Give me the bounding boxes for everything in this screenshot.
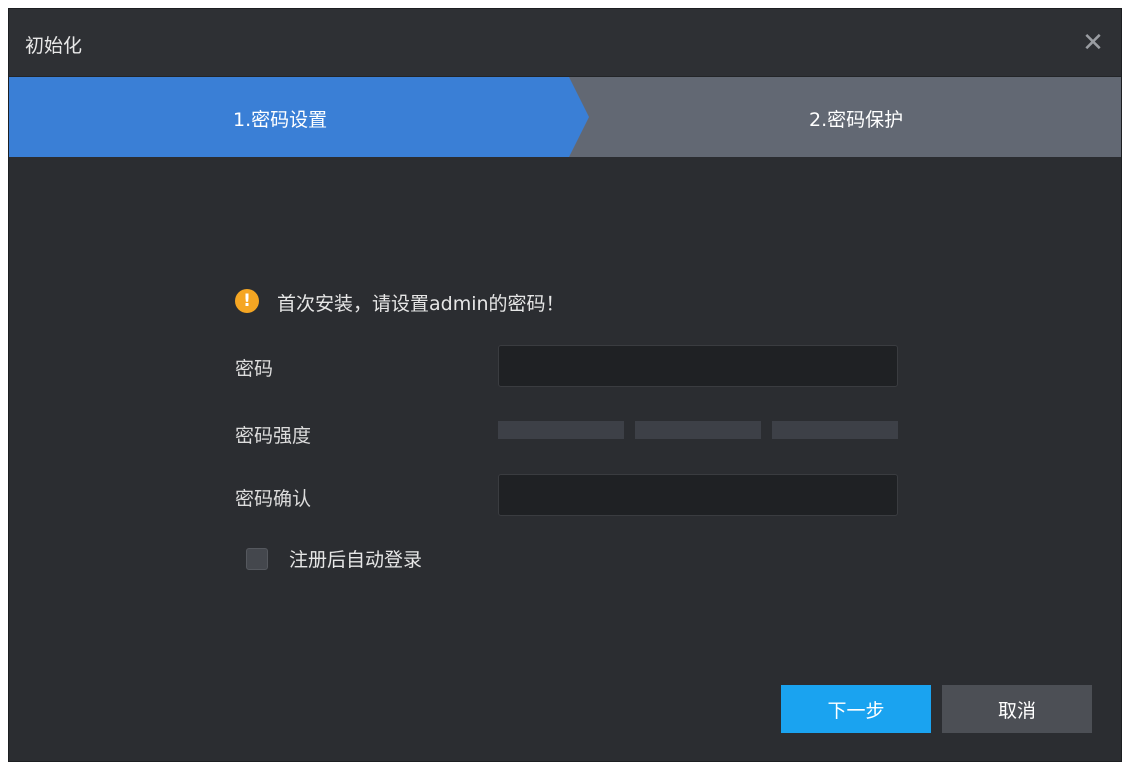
password-input[interactable] bbox=[498, 345, 898, 387]
strength-bar-weak bbox=[498, 421, 624, 439]
step-label: 2.密码保护 bbox=[809, 109, 904, 131]
password-label: 密码 bbox=[235, 358, 274, 380]
step-label: 1.密码设置 bbox=[233, 109, 328, 131]
step-progress: 2.密码保护 1.密码设置 bbox=[9, 77, 1121, 157]
step-password-setup: 1.密码设置 bbox=[9, 77, 589, 157]
init-dialog: 初始化 ✕ 2.密码保护 1.密码设置 ! 首次安装，请设置admin的密码！ … bbox=[8, 8, 1122, 762]
strength-bar-strong bbox=[772, 421, 898, 439]
password-strength-label: 密码强度 bbox=[235, 425, 312, 447]
cancel-button[interactable]: 取消 bbox=[942, 685, 1092, 733]
title-bar: 初始化 ✕ bbox=[9, 9, 1121, 77]
strength-bar-medium bbox=[635, 421, 761, 439]
next-button[interactable]: 下一步 bbox=[781, 685, 931, 733]
close-icon[interactable]: ✕ bbox=[1079, 29, 1107, 57]
dialog-title: 初始化 bbox=[25, 35, 83, 57]
auto-login-label[interactable]: 注册后自动登录 bbox=[289, 545, 422, 572]
warning-text: 首次安装，请设置admin的密码！ bbox=[277, 293, 565, 315]
confirm-password-input[interactable] bbox=[498, 474, 898, 516]
auto-login-checkbox[interactable] bbox=[246, 548, 268, 570]
confirm-password-label: 密码确认 bbox=[235, 488, 312, 510]
warning-icon: ! bbox=[235, 289, 259, 313]
